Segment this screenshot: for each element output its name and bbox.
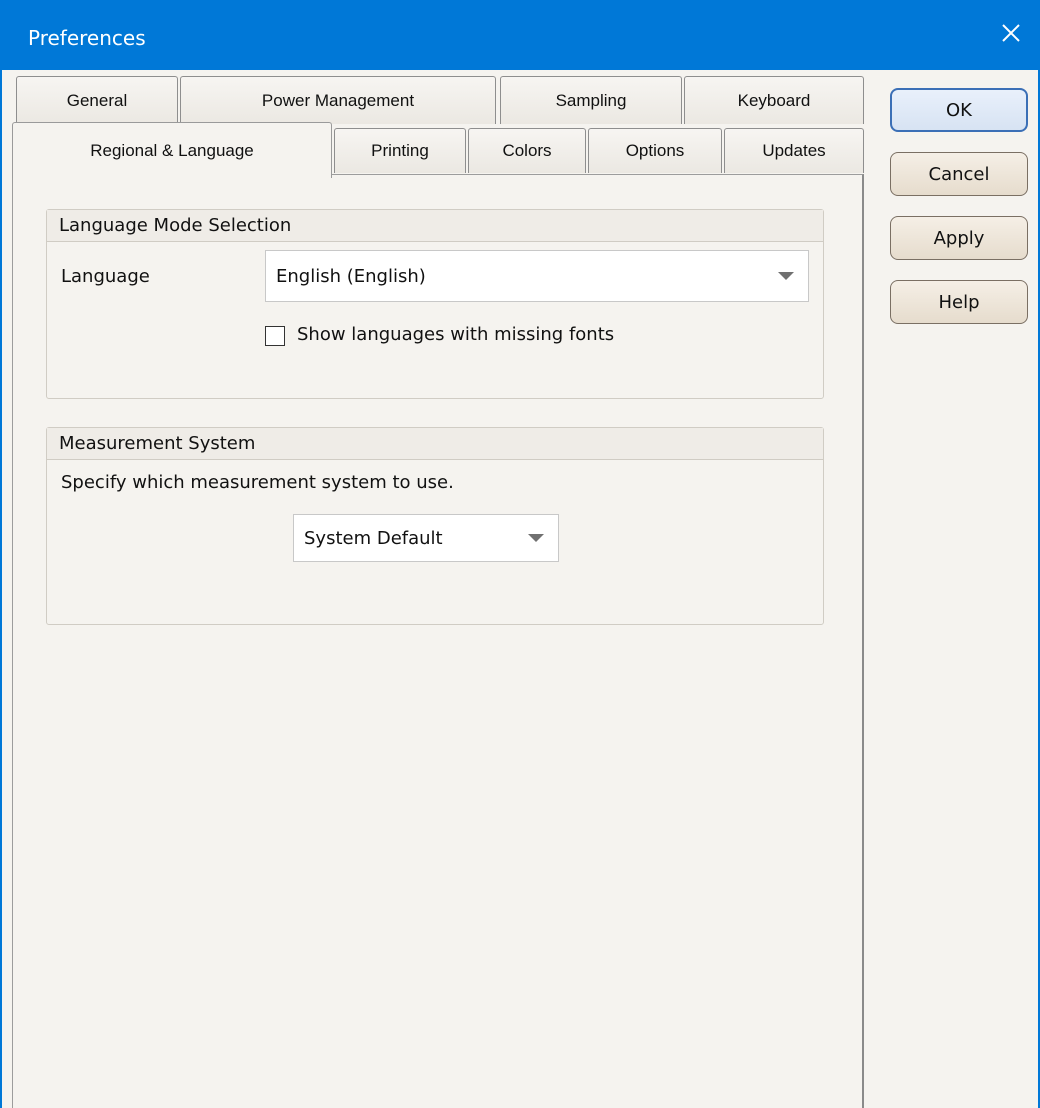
tab-options[interactable]: Options bbox=[588, 128, 722, 173]
tab-label: Colors bbox=[502, 141, 552, 160]
language-label: Language bbox=[61, 266, 150, 287]
tab-label: Sampling bbox=[555, 90, 627, 110]
show-missing-fonts-label[interactable]: Show languages with missing fonts bbox=[297, 324, 614, 345]
tab-panel-regional-language: Language Mode Selection Language English… bbox=[12, 174, 864, 1108]
tab-colors[interactable]: Colors bbox=[468, 128, 586, 173]
language-value: English (English) bbox=[276, 265, 426, 287]
language-mode-group: Language Mode Selection Language English… bbox=[46, 209, 824, 399]
tab-label: Regional & Language bbox=[90, 140, 254, 160]
measurement-system-value: System Default bbox=[304, 527, 443, 549]
tab-label: Updates bbox=[762, 141, 826, 160]
show-missing-fonts-checkbox[interactable] bbox=[265, 326, 285, 346]
title-bar: Preferences bbox=[0, 0, 1040, 70]
tab-sampling[interactable]: Sampling bbox=[500, 76, 682, 124]
window-title: Preferences bbox=[28, 26, 146, 50]
tab-label: Keyboard bbox=[737, 90, 811, 110]
tab-label: General bbox=[66, 90, 128, 110]
tab-label: Options bbox=[625, 141, 685, 160]
ok-button[interactable]: OK bbox=[890, 88, 1028, 132]
group-title: Measurement System bbox=[47, 428, 823, 460]
cancel-button[interactable]: Cancel bbox=[890, 152, 1028, 196]
tab-printing[interactable]: Printing bbox=[334, 128, 466, 173]
tab-power-management[interactable]: Power Management bbox=[180, 76, 496, 124]
measurement-system-dropdown[interactable]: System Default bbox=[293, 514, 559, 562]
apply-button[interactable]: Apply bbox=[890, 216, 1028, 260]
dialog-body: General Power Management Sampling Keyboa… bbox=[2, 70, 1038, 1108]
tab-label: Power Management bbox=[261, 90, 415, 110]
tab-updates[interactable]: Updates bbox=[724, 128, 864, 173]
dropdown-arrow-icon bbox=[528, 534, 544, 542]
dropdown-arrow-icon bbox=[778, 272, 794, 280]
measurement-system-group: Measurement System Specify which measure… bbox=[46, 427, 824, 625]
tab-label: Printing bbox=[371, 141, 429, 160]
group-title: Language Mode Selection bbox=[47, 210, 823, 242]
tab-keyboard[interactable]: Keyboard bbox=[684, 76, 864, 124]
tab-general[interactable]: General bbox=[16, 76, 178, 124]
measurement-description: Specify which measurement system to use. bbox=[61, 472, 454, 493]
help-button[interactable]: Help bbox=[890, 280, 1028, 324]
language-dropdown[interactable]: English (English) bbox=[265, 250, 809, 302]
close-icon[interactable] bbox=[994, 16, 1028, 50]
tab-regional-language[interactable]: Regional & Language bbox=[12, 122, 332, 178]
